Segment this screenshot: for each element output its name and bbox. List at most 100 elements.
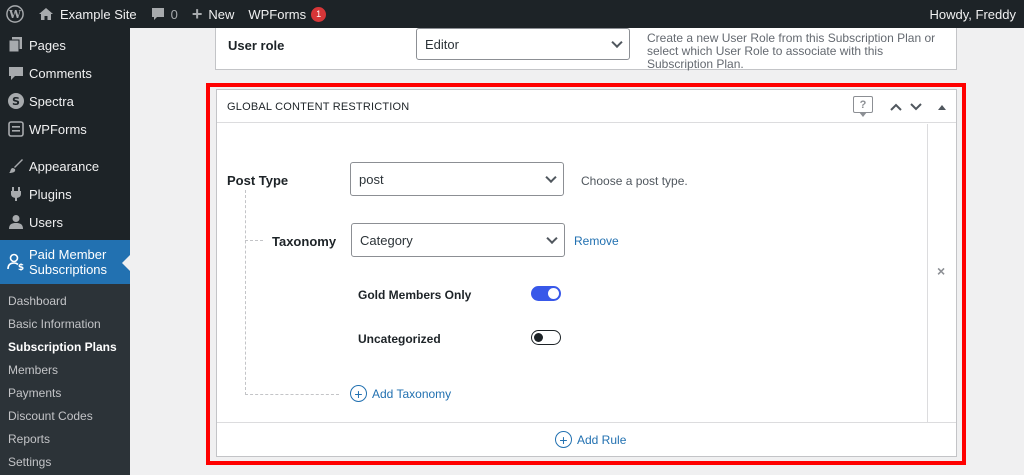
submenu-payments[interactable]: Payments <box>0 382 130 405</box>
move-up-button[interactable] <box>885 96 907 118</box>
sidebar-item-spectra[interactable]: S Spectra <box>0 87 130 115</box>
rule-side-column: × <box>927 124 956 422</box>
submenu-subscription-plans[interactable]: Subscription Plans <box>0 336 130 359</box>
new-label: New <box>208 6 235 22</box>
sidebar-item-plugins[interactable]: Plugins <box>0 180 130 208</box>
users-icon <box>6 212 26 232</box>
spectra-icon: S <box>6 91 26 111</box>
user-role-select[interactable]: Editor <box>416 28 630 60</box>
submenu-settings[interactable]: Settings <box>0 451 130 474</box>
svg-text:$: $ <box>18 263 24 271</box>
post-type-value: post <box>359 171 384 187</box>
tree-line-vertical <box>245 190 246 395</box>
label-line-1: Paid Member <box>29 247 107 262</box>
move-down-button[interactable] <box>905 96 927 118</box>
comments-link[interactable]: 0 <box>144 0 185 28</box>
sidebar-item-label: Comments <box>29 65 92 81</box>
user-role-label: User role <box>228 38 285 53</box>
site-name-link[interactable]: Example Site <box>31 0 144 28</box>
home-icon <box>38 7 54 21</box>
wordpress-logo-button[interactable]: W <box>0 0 31 28</box>
sidebar-item-label: Pages <box>29 37 66 53</box>
wordpress-icon: W <box>6 5 24 23</box>
sidebar-item-label: Users <box>29 214 63 230</box>
plus-circle-icon: + <box>350 385 367 402</box>
add-taxonomy-label: Add Taxonomy <box>372 386 452 401</box>
sidebar-item-pages[interactable]: Pages <box>0 31 130 59</box>
plus-circle-icon: + <box>555 431 572 448</box>
submenu-reports[interactable]: Reports <box>0 428 130 451</box>
panel-body: Post Type post Choose a post type. Taxon… <box>217 124 927 422</box>
sidebar-item-label: Plugins <box>29 186 72 202</box>
panel-footer: + Add Rule <box>217 422 956 457</box>
submenu-basic-information[interactable]: Basic Information <box>0 313 130 336</box>
comments-count: 0 <box>170 6 178 22</box>
account-menu[interactable]: Howdy, Freddy <box>923 0 1024 28</box>
chevron-down-icon <box>545 171 557 184</box>
sidebar-item-users[interactable]: Users <box>0 208 130 236</box>
wpforms-label: WPForms <box>248 6 307 22</box>
wpforms-icon <box>6 119 26 139</box>
taxonomy-label: Taxonomy <box>272 234 337 249</box>
submenu-members[interactable]: Members <box>0 359 130 382</box>
add-rule-button[interactable]: + Add Rule <box>555 431 626 448</box>
sidebar-item-wpforms[interactable]: WPForms <box>0 115 130 143</box>
submenu-discount-codes[interactable]: Discount Codes <box>0 405 130 428</box>
taxonomy-value: Category <box>360 232 413 248</box>
remove-taxonomy-link[interactable]: Remove <box>574 234 619 248</box>
admin-sidebar: Pages Comments S Spectra WPForms Appeara… <box>0 28 130 475</box>
member-subscriptions-icon: $ <box>6 252 26 272</box>
notification-badge: 1 <box>311 6 327 22</box>
term-label: Gold Members Only <box>358 288 472 302</box>
toggle-knob <box>534 332 543 342</box>
svg-text:S: S <box>12 95 20 108</box>
tree-line-add-taxonomy <box>245 394 339 395</box>
svg-text:W: W <box>8 8 22 21</box>
sidebar-item-appearance[interactable]: Appearance <box>0 152 130 180</box>
chevron-down-icon <box>611 36 623 49</box>
triangle-up-icon <box>938 105 946 110</box>
plus-icon: + <box>191 3 203 24</box>
admin-bar: W Example Site 0 + New WPForms 1 Howdy, … <box>0 0 1024 28</box>
user-role-value: Editor <box>425 36 459 52</box>
new-content-link[interactable]: + New <box>185 0 242 28</box>
add-taxonomy-button[interactable]: + Add Taxonomy <box>350 385 451 402</box>
appearance-icon <box>6 156 26 176</box>
term-label: Uncategorized <box>358 332 441 346</box>
toggle-knob <box>548 288 559 299</box>
submenu-dashboard[interactable]: Dashboard <box>0 290 130 313</box>
post-type-select[interactable]: post <box>350 162 564 196</box>
label-line-2: Subscriptions <box>29 262 108 277</box>
menu-separator <box>0 143 130 152</box>
user-role-row: User role Editor Create a new User Role … <box>215 28 957 71</box>
chevron-up-icon <box>890 103 902 111</box>
panel-header: GLOBAL CONTENT RESTRICTION ? <box>217 90 956 123</box>
toggle-panel-button[interactable] <box>931 96 953 118</box>
global-content-restriction-panel: GLOBAL CONTENT RESTRICTION ? Post Type p… <box>216 89 957 457</box>
comment-bubble-icon <box>151 7 165 21</box>
greeting: Howdy, Freddy <box>929 6 1016 22</box>
tree-line-taxonomy <box>245 240 263 241</box>
sidebar-item-label: Spectra <box>29 93 74 109</box>
sidebar-item-label: Paid Member Subscriptions <box>29 247 107 277</box>
panel-title: GLOBAL CONTENT RESTRICTION <box>227 101 410 113</box>
sidebar-item-comments[interactable]: Comments <box>0 59 130 87</box>
term-toggle-uncategorized[interactable] <box>531 330 561 345</box>
sidebar-item-paid-member-subscriptions[interactable]: $ Paid Member Subscriptions <box>0 240 130 284</box>
site-name: Example Site <box>60 6 137 22</box>
post-type-label: Post Type <box>227 173 289 188</box>
sidebar-item-label: Appearance <box>29 158 100 174</box>
sidebar-submenu: Dashboard Basic Information Subscription… <box>0 284 130 475</box>
wpforms-link[interactable]: WPForms 1 <box>241 0 333 28</box>
term-toggle-gold-members-only[interactable] <box>531 286 561 301</box>
help-icon[interactable]: ? <box>853 96 873 117</box>
pages-icon <box>6 35 26 55</box>
post-type-hint: Choose a post type. <box>581 174 688 188</box>
chevron-down-icon <box>546 232 558 245</box>
taxonomy-select[interactable]: Category <box>351 223 565 257</box>
sidebar-item-label: WPForms <box>29 121 87 137</box>
plugins-icon <box>6 184 26 204</box>
add-rule-label: Add Rule <box>577 432 627 447</box>
remove-rule-icon[interactable]: × <box>937 263 945 279</box>
user-role-description: Create a new User Role from this Subscri… <box>647 31 936 71</box>
